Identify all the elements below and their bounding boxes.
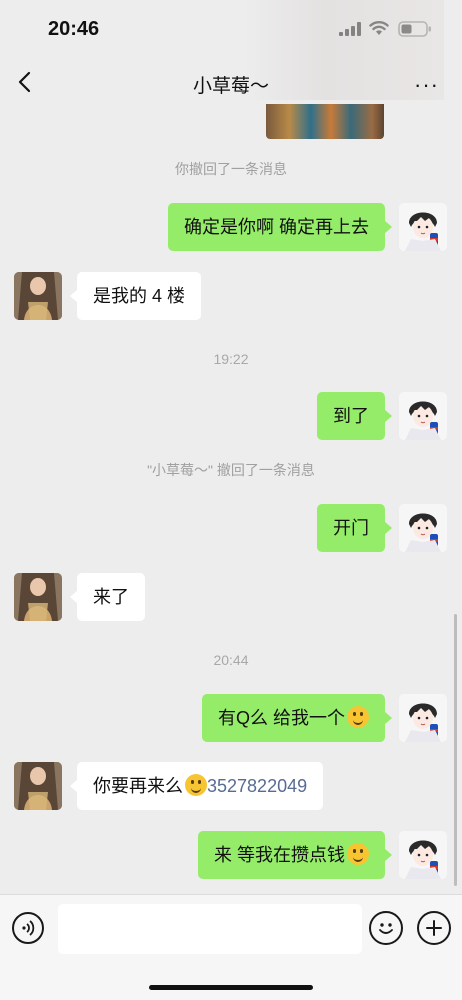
message-list[interactable]: 你撤回了一条消息 确定是你啊 确定再上去 是我的 4 楼 19:22 到了 "小… [0, 104, 462, 894]
chat-header: 小草莓～ ··· [0, 60, 462, 104]
my-avatar[interactable] [399, 392, 447, 440]
scrollbar[interactable] [454, 614, 457, 886]
timestamp: 20:44 [213, 652, 249, 668]
my-avatar-image [399, 694, 447, 742]
system-message: "小草莓～" 撤回了一条消息 [147, 462, 315, 478]
contact-avatar-image [14, 573, 62, 621]
image-message[interactable] [266, 104, 384, 139]
my-avatar[interactable] [399, 831, 447, 879]
message-text: 有Q么 给我一个 [217, 708, 345, 728]
plus-icon[interactable] [417, 911, 451, 945]
contact-message-bubble[interactable]: 来了 [70, 573, 145, 621]
message-input[interactable] [58, 904, 362, 954]
message-text: 来了 [93, 587, 129, 607]
my-message-bubble[interactable]: 确定是你啊 确定再上去 [168, 203, 392, 251]
message-text: 是我的 4 楼 [93, 286, 186, 306]
my-avatar-image [399, 831, 447, 879]
plus-glyph [426, 920, 442, 936]
system-message: 你撤回了一条消息 [175, 161, 287, 177]
home-indicator [149, 985, 313, 990]
chat-title[interactable]: 小草莓～ [0, 71, 462, 98]
contact-avatar[interactable] [14, 272, 62, 320]
emoji-icon[interactable] [369, 911, 403, 945]
thinking-face-emoji [185, 774, 207, 796]
more-dots-icon[interactable]: ··· [414, 72, 439, 98]
my-avatar-image [399, 392, 447, 440]
my-message-bubble[interactable]: 有Q么 给我一个 [201, 694, 393, 742]
message-text: 你要再来么 [93, 776, 183, 796]
contact-avatar-image [14, 272, 62, 320]
contact-message-bubble[interactable]: 你要再来么 3527822049 [69, 762, 324, 810]
phone-number-link[interactable]: 3527822049 [207, 776, 307, 796]
woozy-face-emoji [347, 706, 369, 728]
contact-avatar-image [14, 762, 62, 810]
message-text: 确定是你啊 确定再上去 [184, 217, 369, 237]
grimacing-face-emoji [347, 843, 369, 865]
message-text: 开门 [333, 518, 369, 538]
contact-message-bubble[interactable]: 是我的 4 楼 [69, 272, 202, 320]
my-avatar[interactable] [399, 694, 447, 742]
my-message-bubble[interactable]: 来 等我在攒点钱 [197, 831, 393, 879]
my-avatar[interactable] [399, 203, 447, 251]
my-avatar[interactable] [399, 504, 447, 552]
voice-icon[interactable] [12, 912, 44, 944]
my-avatar-image [399, 504, 447, 552]
message-text: 到了 [333, 406, 369, 426]
my-message-bubble[interactable]: 到了 [317, 392, 392, 440]
emoji-glyph [379, 923, 393, 934]
status-time: 20:46 [48, 18, 100, 40]
my-avatar-image [399, 203, 447, 251]
message-text: 来 等我在攒点钱 [213, 845, 345, 865]
my-message-bubble[interactable]: 开门 [317, 504, 392, 552]
contact-avatar[interactable] [14, 762, 62, 810]
timestamp: 19:22 [213, 351, 249, 367]
contact-avatar[interactable] [14, 573, 62, 621]
voice-glyph [22, 920, 35, 936]
